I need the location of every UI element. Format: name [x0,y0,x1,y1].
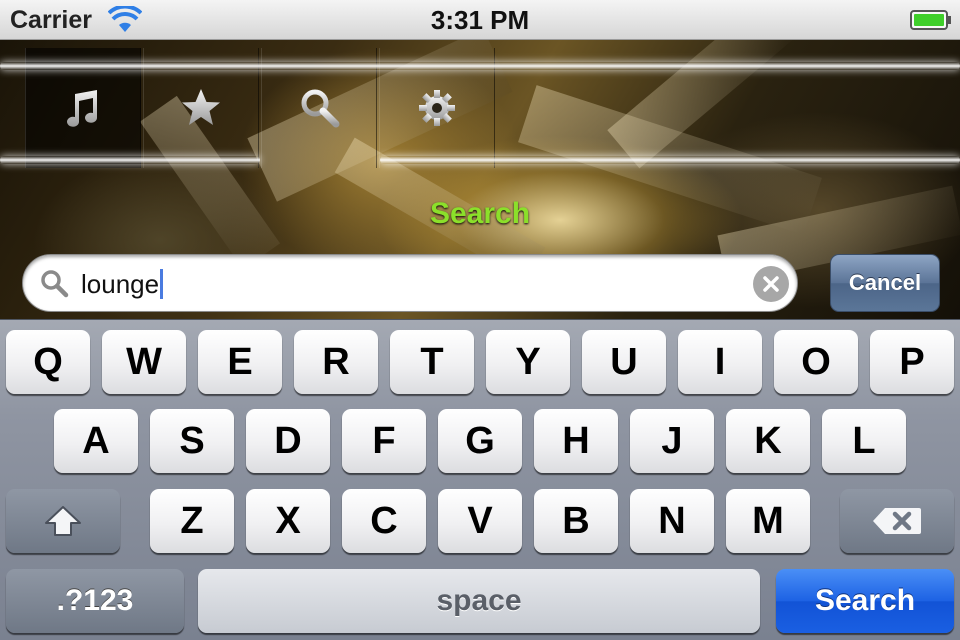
key-d[interactable]: D [246,409,330,473]
page-title: Search [429,197,531,230]
search-input[interactable]: lounge [22,254,798,312]
tab-bar-highlight-line [0,62,960,70]
key-u[interactable]: U [582,330,666,394]
magnifier-icon [301,89,340,128]
numbers-key[interactable]: .?123 [6,569,184,633]
key-v[interactable]: V [438,489,522,553]
key-q[interactable]: Q [6,330,90,394]
key-p[interactable]: P [870,330,954,394]
key-t[interactable]: T [390,330,474,394]
tab-bar [0,40,960,180]
key-s[interactable]: S [150,409,234,473]
key-m[interactable]: M [726,489,810,553]
star-icon [182,89,220,125]
shift-arrow-icon [45,506,81,536]
key-c[interactable]: C [342,489,426,553]
music-note-icon [67,90,97,127]
key-r[interactable]: R [294,330,378,394]
clear-icon[interactable] [753,266,789,302]
tab-bar-highlight-line [380,156,960,164]
key-n[interactable]: N [630,489,714,553]
keyboard: Q W E R T Y U I O P A S D F G H J K L Z … [0,319,960,640]
key-y[interactable]: Y [486,330,570,394]
cancel-button[interactable]: Cancel [830,254,940,312]
key-x[interactable]: X [246,489,330,553]
shift-key[interactable] [6,489,120,553]
key-k[interactable]: K [726,409,810,473]
key-b[interactable]: B [534,489,618,553]
battery-full-icon [910,10,951,30]
key-z[interactable]: Z [150,489,234,553]
delete-key[interactable] [840,489,954,553]
clock: 3:31 PM [430,5,530,35]
backspace-icon [873,508,921,534]
search-key[interactable]: Search [776,569,954,633]
key-a[interactable]: A [54,409,138,473]
key-j[interactable]: J [630,409,714,473]
search-input-value[interactable]: lounge [81,269,164,299]
key-h[interactable]: H [534,409,618,473]
key-i[interactable]: I [678,330,762,394]
key-f[interactable]: F [342,409,426,473]
key-l[interactable]: L [822,409,906,473]
space-key[interactable]: space [198,569,760,633]
key-e[interactable]: E [198,330,282,394]
status-bar: Carrier 3:31 PM [0,0,960,40]
key-w[interactable]: W [102,330,186,394]
key-g[interactable]: G [438,409,522,473]
search-icon [41,270,69,298]
gear-icon [419,90,455,126]
tab-bar-highlight-line [0,156,260,164]
key-o[interactable]: O [774,330,858,394]
